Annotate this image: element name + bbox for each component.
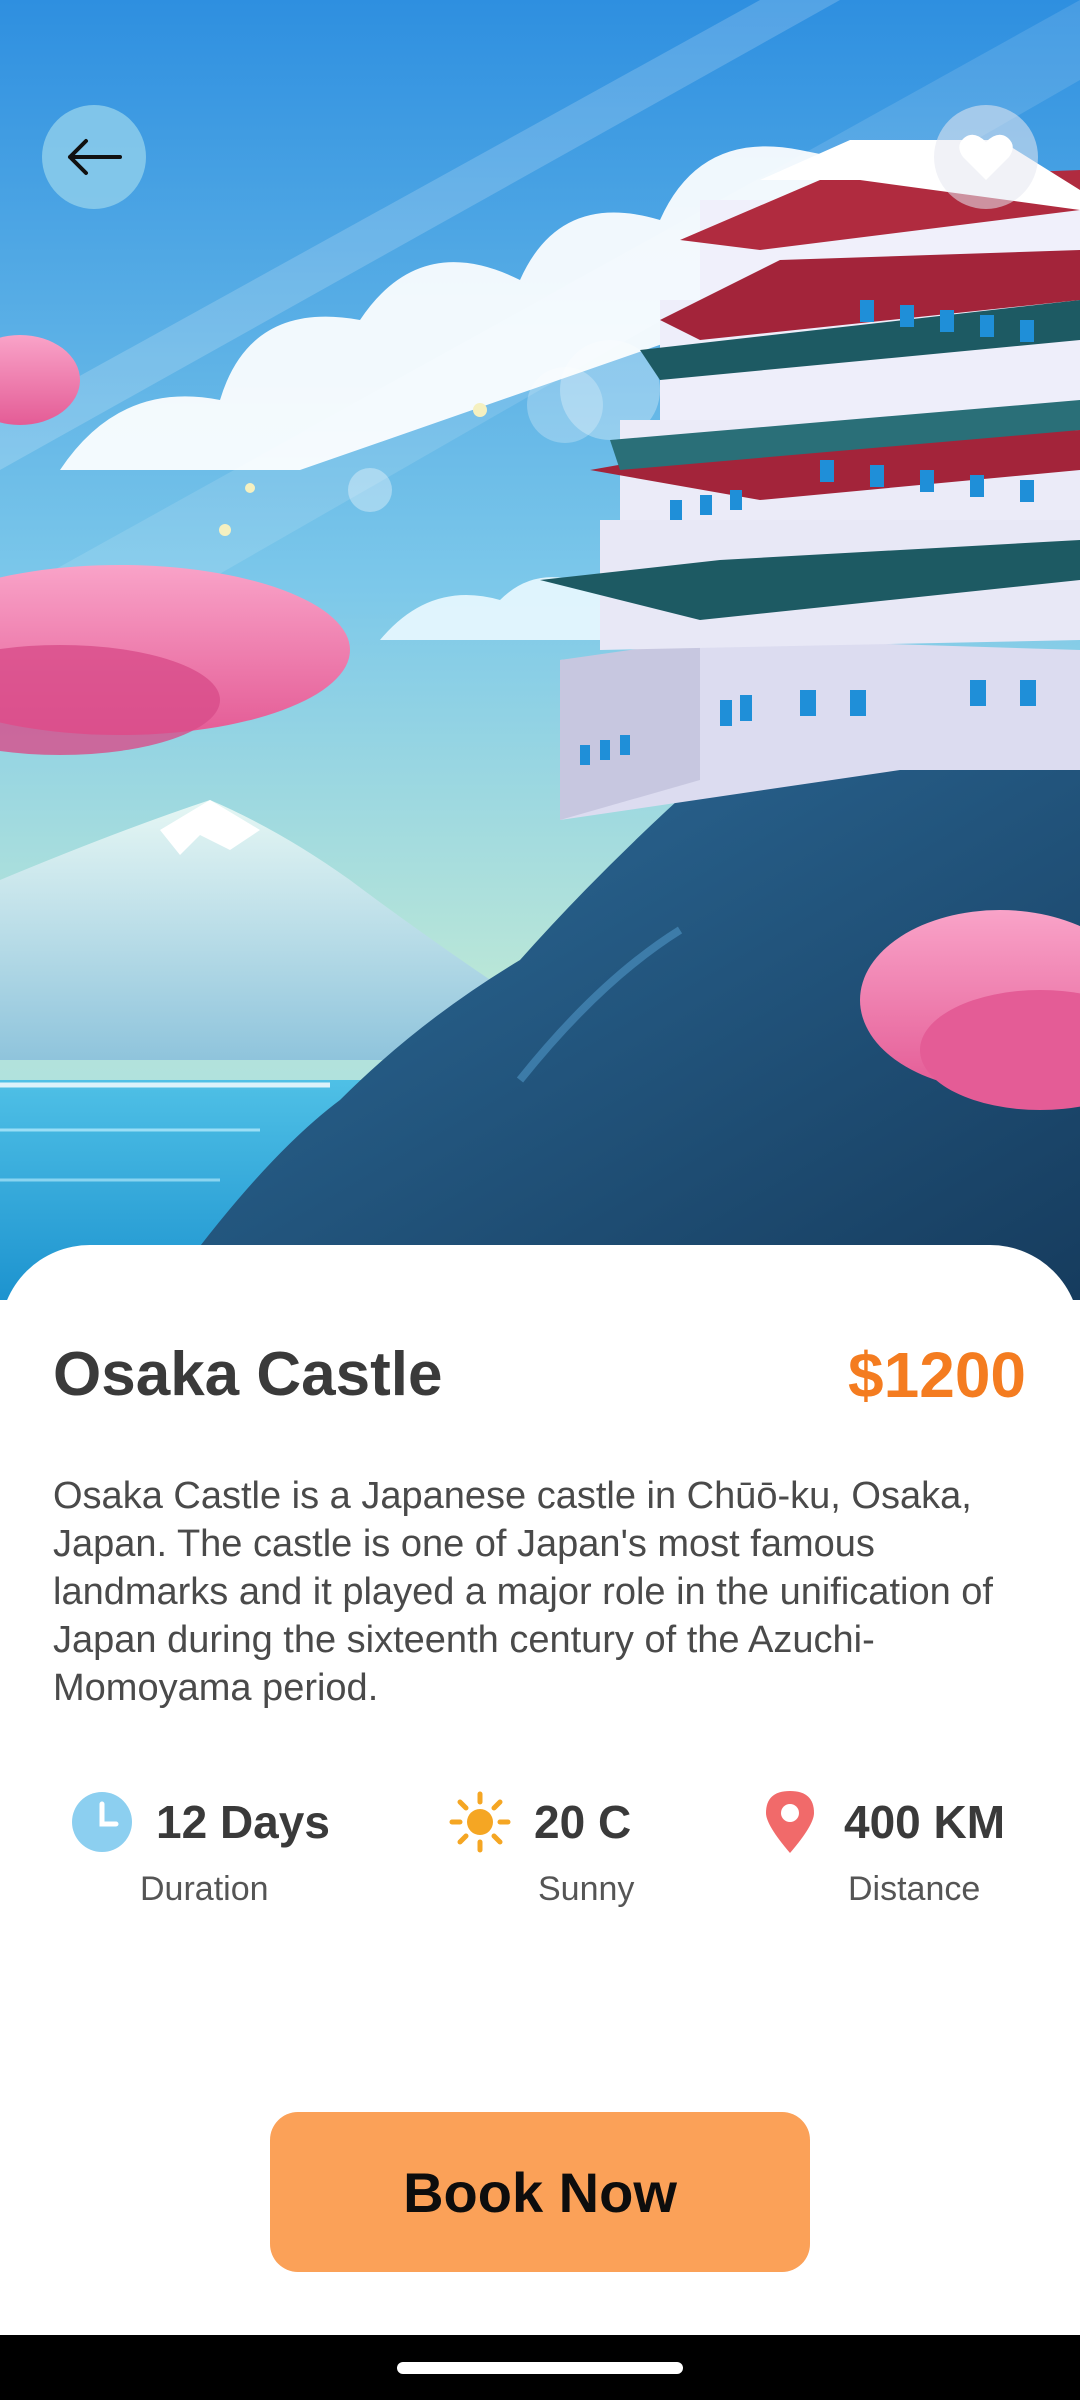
duration-label: Duration: [140, 1870, 269, 1908]
destination-price: $1200: [848, 1339, 1026, 1411]
destination-description: Osaka Castle is a Japanese castle in Chū…: [53, 1475, 993, 1709]
stat-duration: 12 Days Duration: [70, 1790, 330, 1909]
heart-icon: [959, 134, 1013, 180]
book-now-button[interactable]: Book Now: [270, 2112, 810, 2272]
stat-distance: 400 KM Distance: [758, 1790, 1005, 1909]
system-navigation-bar: [0, 2335, 1080, 2400]
location-pin-icon: [758, 1790, 822, 1854]
hero-illustration: [0, 0, 1080, 1300]
back-button[interactable]: [42, 105, 146, 209]
temperature-value: 20 C: [534, 1796, 632, 1848]
destination-title: Osaka Castle: [53, 1340, 443, 1409]
clock-icon: [70, 1790, 134, 1854]
weather-label: Sunny: [538, 1870, 635, 1908]
home-gesture-handle[interactable]: [397, 2362, 683, 2374]
sun-icon: [448, 1790, 512, 1854]
osaka-castle-illustration: [0, 0, 1080, 1300]
duration-value: 12 Days: [156, 1796, 330, 1848]
favorite-button[interactable]: [934, 105, 1038, 209]
stat-weather: 20 C Sunny: [448, 1790, 634, 1909]
distance-value: 400 KM: [844, 1796, 1006, 1848]
distance-label: Distance: [848, 1870, 981, 1908]
arrow-left-icon: [68, 139, 122, 175]
